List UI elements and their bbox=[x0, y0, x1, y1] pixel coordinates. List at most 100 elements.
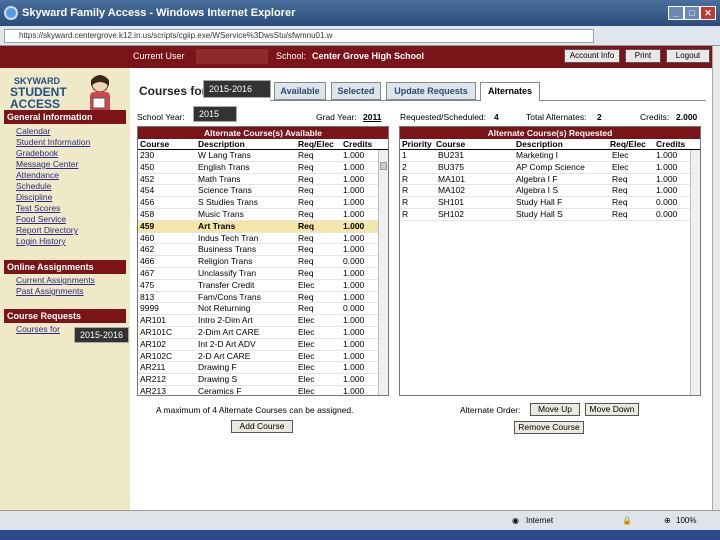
print-button[interactable]: Print bbox=[625, 49, 661, 63]
table-row[interactable]: 466 Religion Trans Req 0.000 bbox=[138, 256, 388, 268]
move-down-button[interactable]: Move Down bbox=[585, 403, 639, 416]
tab-selected[interactable]: Selected bbox=[331, 82, 381, 100]
tab-alternates[interactable]: Alternates bbox=[480, 82, 540, 101]
table-cell: 462 bbox=[140, 244, 155, 255]
sidebar-item-test-scores[interactable]: Test Scores bbox=[16, 203, 60, 214]
sidebar-item-past-assignments[interactable]: Past Assignments bbox=[16, 286, 84, 297]
add-course-button[interactable]: Add Course bbox=[231, 420, 293, 433]
table-row[interactable]: R SH102 Study Hall S Req 0.000 bbox=[400, 209, 700, 221]
table-row[interactable]: 230 W Lang Trans Req 1.000 bbox=[138, 150, 388, 162]
logout-button[interactable]: Logout bbox=[666, 49, 710, 63]
table-row[interactable]: 458 Music Trans Req 1.000 bbox=[138, 209, 388, 221]
school-name: Center Grove High School bbox=[312, 51, 425, 61]
table-cell: Elec bbox=[298, 326, 315, 337]
table-row[interactable]: 475 Transfer Credit Elec 1.000 bbox=[138, 280, 388, 292]
sidebar: SKYWARD STUDENT ACCESS General Informati… bbox=[0, 68, 130, 510]
sidebar-item-gradebook[interactable]: Gradebook bbox=[16, 148, 58, 159]
table-row[interactable]: 9999 Not Returning Req 0.000 bbox=[138, 303, 388, 316]
sidebar-item-student-information[interactable]: Student Information bbox=[16, 137, 90, 148]
sidebar-item-attendance[interactable]: Attendance bbox=[16, 170, 59, 181]
move-up-button[interactable]: Move Up bbox=[530, 403, 580, 416]
sidebar-item-schedule[interactable]: Schedule bbox=[16, 181, 51, 192]
table-cell: 0.000 bbox=[656, 208, 678, 219]
table-cell: 1.000 bbox=[656, 185, 678, 196]
table-row[interactable]: 460 Indus Tech Tran Req 1.000 bbox=[138, 233, 388, 245]
table-cell: 1.000 bbox=[343, 385, 365, 396]
table-row[interactable]: 813 Fam/Cons Trans Req 1.000 bbox=[138, 292, 388, 304]
table-cell: S Studies Trans bbox=[198, 197, 259, 208]
col-req-elec: Req/Elec bbox=[298, 139, 334, 149]
table-cell: AR211 bbox=[140, 362, 166, 373]
table-row[interactable]: AR213 Ceramics F Elec 1.000 bbox=[138, 385, 388, 396]
table-row[interactable]: AR102C 2-D Art CARE Elec 1.000 bbox=[138, 351, 388, 363]
table-cell: Req bbox=[298, 267, 314, 278]
table-row[interactable]: AR101 Intro 2-Dim Art Elec 1.000 bbox=[138, 315, 388, 327]
table-cell: Elec bbox=[612, 150, 629, 160]
title-year-overlay: 2015-2016 bbox=[203, 80, 271, 98]
table-row[interactable]: 456 S Studies Trans Req 1.000 bbox=[138, 197, 388, 209]
table-row[interactable]: AR212 Drawing S Elec 1.000 bbox=[138, 374, 388, 386]
table-cell: Marketing I bbox=[516, 150, 559, 160]
table-row[interactable]: R MA101 Algebra I F Req 1.000 bbox=[400, 174, 700, 186]
table-row[interactable]: 452 Math Trans Req 1.000 bbox=[138, 174, 388, 186]
url-field[interactable]: https://skyward.centergrove.k12.in.us/sc… bbox=[4, 29, 594, 43]
remove-course-button[interactable]: Remove Course bbox=[514, 421, 584, 434]
col-course: Course bbox=[436, 139, 466, 149]
table-row[interactable]: 459 Art Trans Req 1.000 bbox=[138, 220, 388, 233]
table-row[interactable]: R SH101 Study Hall F Req 0.000 bbox=[400, 197, 700, 209]
grad-year-value: 2011 bbox=[363, 112, 382, 122]
close-icon[interactable]: ✕ bbox=[700, 6, 716, 20]
tab-update-requests[interactable]: Update Requests bbox=[386, 82, 476, 100]
table-cell: Req bbox=[298, 161, 314, 172]
table-row[interactable]: AR102 Int 2-D Art ADV Elec 1.000 bbox=[138, 339, 388, 351]
zoom-level[interactable]: 100% bbox=[676, 516, 696, 525]
table-cell: Elec bbox=[298, 385, 315, 396]
sidebar-item-discipline[interactable]: Discipline bbox=[16, 192, 52, 203]
sidebar-item-message-center[interactable]: Message Center bbox=[16, 159, 78, 170]
table-cell: Art Trans bbox=[198, 220, 236, 231]
table-cell: R bbox=[402, 208, 409, 219]
table-row[interactable]: AR101C 2-Dim Art CARE Elec 1.000 bbox=[138, 327, 388, 339]
table-cell: Religion Trans bbox=[198, 256, 253, 267]
sidebar-item-current-assignments[interactable]: Current Assignments bbox=[16, 275, 95, 286]
available-rows: 230 W Lang Trans Req 1.000 450 English Trans R… bbox=[138, 150, 388, 396]
table-row[interactable]: R MA102 Algebra I S Req 1.000 bbox=[400, 185, 700, 198]
table-cell: Transfer Credit bbox=[198, 279, 255, 290]
table-cell: MA102 bbox=[438, 185, 465, 196]
table-cell: 813 bbox=[140, 291, 155, 302]
table-cell: Req bbox=[298, 256, 314, 267]
table-row[interactable]: 462 Business Trans Req 1.000 bbox=[138, 244, 388, 257]
table-row[interactable]: 2 BU375 AP Comp Science Elec 1.000 bbox=[400, 162, 700, 174]
sidebar-item-calendar[interactable]: Calendar bbox=[16, 126, 51, 137]
maximize-icon[interactable]: □ bbox=[684, 6, 700, 20]
requested-label: Requested/Scheduled: bbox=[400, 112, 487, 122]
sidebar-item-food-service[interactable]: Food Service bbox=[16, 214, 66, 225]
available-scrollbar[interactable] bbox=[378, 150, 388, 395]
table-cell: Req bbox=[298, 197, 314, 208]
table-cell: Req bbox=[612, 208, 628, 219]
sidebar-item-courses-for[interactable]: Courses for bbox=[16, 324, 60, 335]
sidebar-item-login-history[interactable]: Login History bbox=[16, 236, 66, 247]
tab-available[interactable]: Available bbox=[274, 82, 326, 100]
sidebar-item-report-directory[interactable]: Report Directory bbox=[16, 225, 78, 236]
table-row[interactable]: 467 Unclassify Tran Req 1.000 bbox=[138, 268, 388, 280]
table-cell: Req bbox=[612, 185, 628, 196]
section-online-assignments: Online Assignments bbox=[4, 260, 126, 274]
account-info-button[interactable]: Account Info bbox=[564, 49, 620, 63]
page-scrollbar[interactable] bbox=[712, 46, 720, 510]
table-cell: 2-D Art CARE bbox=[198, 350, 251, 361]
credits-label: Credits: bbox=[640, 112, 670, 122]
table-cell: 2 bbox=[402, 161, 407, 172]
scroll-thumb[interactable] bbox=[380, 162, 387, 170]
table-row[interactable]: AR211 Drawing F Elec 1.000 bbox=[138, 362, 388, 375]
available-courses-panel: Alternate Course(s) Available Course Des… bbox=[137, 126, 389, 396]
table-row[interactable]: 1 BU231 Marketing I Elec 1.000 bbox=[400, 150, 700, 162]
requested-scrollbar[interactable] bbox=[690, 150, 700, 395]
globe-icon: ◉ bbox=[512, 516, 519, 525]
table-row[interactable]: 450 English Trans Req 1.000 bbox=[138, 162, 388, 174]
table-row[interactable]: 454 Science Trans Req 1.000 bbox=[138, 185, 388, 198]
minimize-icon[interactable]: _ bbox=[668, 6, 684, 20]
table-cell: Not Returning bbox=[198, 303, 251, 314]
current-user-label: Current User bbox=[133, 51, 185, 61]
table-cell: AR102C bbox=[140, 350, 173, 361]
